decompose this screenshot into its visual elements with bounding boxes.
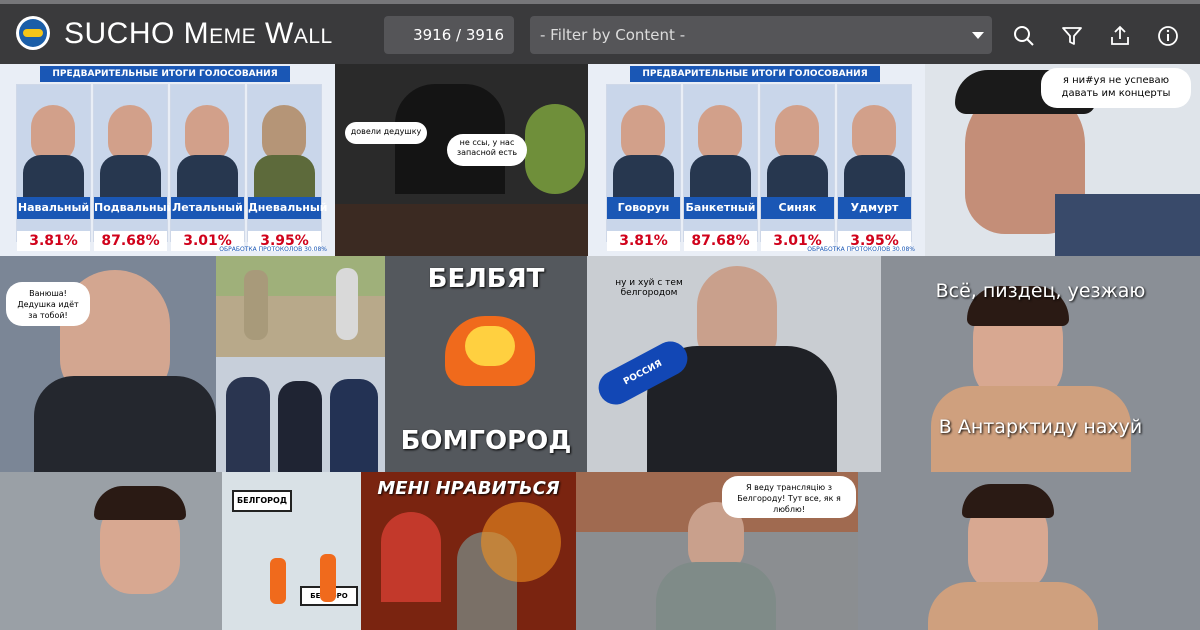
shirt-shape bbox=[928, 582, 1098, 630]
person-shape bbox=[336, 268, 358, 340]
candidate-panel: Синяк 3.01% bbox=[760, 84, 835, 251]
meme-tile[interactable] bbox=[216, 256, 385, 357]
candidate-suit bbox=[613, 155, 674, 197]
meme-tile[interactable]: Ванюша! Дедушка идёт за тобой! bbox=[0, 256, 216, 472]
candidate-photo bbox=[262, 105, 306, 161]
meme-top-text: БЕЛБЯТ bbox=[427, 264, 545, 294]
speech-bubble: Ванюша! Дедушка идёт за тобой! bbox=[6, 282, 90, 326]
candidate-name: Навальный bbox=[17, 197, 90, 219]
meme-tile[interactable]: РОССИЯ ну и хуй с тем белгородом bbox=[587, 256, 881, 472]
meme-top-text: Всё, пиздец, уезжаю bbox=[935, 280, 1146, 302]
candidate-panel: Летальный 3.01% bbox=[170, 84, 245, 251]
candidate-photo bbox=[852, 105, 896, 161]
person-shape bbox=[278, 381, 322, 472]
sucho-logo[interactable] bbox=[16, 16, 50, 50]
hair-shape bbox=[962, 484, 1054, 518]
meme-tile[interactable]: ПРЕДВАРИТЕЛЬНЫЕ ИТОГИ ГОЛОСОВАНИЯ Наваль… bbox=[0, 64, 335, 256]
candidate-panel: Дневальный 3.95% bbox=[247, 84, 328, 251]
candidate-photo bbox=[31, 105, 75, 161]
content-filter-select[interactable]: - Filter by Content - bbox=[530, 16, 992, 54]
meme-tile[interactable]: я ни#уя не успеваю давать им концерты bbox=[925, 64, 1200, 256]
meme-tile[interactable]: ПРЕДВАРИТЕЛЬНЫЕ ИТОГИ ГОЛОСОВАНИЯ Говору… bbox=[588, 64, 925, 256]
candidate-name: Синяк bbox=[761, 197, 834, 219]
grass-shape bbox=[216, 256, 385, 296]
candidate-photo bbox=[621, 105, 665, 161]
meme-tile[interactable] bbox=[858, 472, 1200, 630]
candidate-panel: Подвальный 87.68% bbox=[93, 84, 174, 251]
speech-bubble: я ни#уя не успеваю давать им концерты bbox=[1041, 68, 1191, 108]
road-sign: БЕЛГОРОД bbox=[232, 490, 292, 512]
worker-shape bbox=[270, 558, 286, 604]
speech-bubble: не ссы, у нас запасной есть bbox=[447, 134, 527, 166]
flowers-shape bbox=[525, 104, 585, 194]
candidate-name: Удмурт bbox=[838, 197, 911, 219]
candidate-photo bbox=[108, 105, 152, 161]
app-title: SUCHO Meme Wall bbox=[64, 17, 333, 50]
candidate-suit bbox=[177, 155, 238, 197]
info-icon[interactable] bbox=[1156, 24, 1180, 48]
speech-bubble: довели дедушку bbox=[345, 122, 427, 144]
worker-shape bbox=[320, 554, 336, 602]
candidate-name: Банкетный bbox=[684, 197, 757, 219]
meme-tile[interactable]: довели дедушку не ссы, у нас запасной ес… bbox=[335, 64, 588, 256]
candidate-panel: Говорун 3.81% bbox=[606, 84, 681, 251]
candidate-suit bbox=[100, 155, 161, 197]
candidate-name: Дневальный bbox=[248, 197, 328, 219]
jacket-shape bbox=[656, 562, 776, 630]
meme-top-text: МЕНІ НРАВИТЬСЯ bbox=[377, 478, 560, 499]
coffin-shape bbox=[335, 204, 588, 256]
meme-tile[interactable]: МЕНІ НРАВИТЬСЯ bbox=[361, 472, 576, 630]
candidate-suit bbox=[767, 155, 828, 197]
ballot-banner: ПРЕДВАРИТЕЛЬНЫЕ ИТОГИ ГОЛОСОВАНИЯ bbox=[40, 66, 290, 82]
top-bar: SUCHO Meme Wall 3916 / 3916 - Filter by … bbox=[0, 0, 1200, 64]
share-icon[interactable] bbox=[1108, 24, 1132, 48]
candidate-photo bbox=[698, 105, 742, 161]
candidate-suit bbox=[844, 155, 905, 197]
meme-grid: ПРЕДВАРИТЕЛЬНЫЕ ИТОГИ ГОЛОСОВАНИЯ Наваль… bbox=[0, 64, 1200, 630]
fire-core-shape bbox=[465, 326, 515, 366]
candidate-suit bbox=[254, 155, 315, 197]
jacket-shape bbox=[34, 376, 216, 472]
candidate-suit bbox=[23, 155, 84, 197]
candidate-panel: Удмурт 3.95% bbox=[837, 84, 912, 251]
candidate-percent: 3.81% bbox=[607, 231, 680, 251]
result-counter[interactable]: 3916 / 3916 bbox=[384, 16, 514, 54]
dropdown-caret-icon bbox=[972, 32, 984, 39]
speech-bubble: Я веду трансляцію з Белгороду! Тут все, … bbox=[722, 476, 856, 518]
candidate-percent: 87.68% bbox=[684, 231, 757, 251]
meme-tile[interactable]: Всё, пиздец, уезжаю В Антарктиду нахуй bbox=[881, 256, 1200, 472]
meme-tile[interactable]: Я веду трансляцію з Белгороду! Тут все, … bbox=[576, 472, 858, 630]
ballot-banner: ПРЕДВАРИТЕЛЬНЫЕ ИТОГИ ГОЛОСОВАНИЯ bbox=[630, 66, 880, 82]
meme-bottom-text: БОМГОРОД bbox=[400, 426, 572, 456]
fire-shape bbox=[481, 502, 561, 582]
meme-tile[interactable] bbox=[216, 357, 385, 472]
ballot-footer: ОБРАБОТКА ПРОТОКОЛОВ 30.08% bbox=[807, 246, 915, 253]
candidate-suit bbox=[690, 155, 751, 197]
person-shape bbox=[244, 270, 268, 340]
candidate-percent: 3.81% bbox=[17, 231, 90, 251]
candidate-photo bbox=[775, 105, 819, 161]
filter-icon[interactable] bbox=[1060, 24, 1084, 48]
candidate-percent: 87.68% bbox=[94, 231, 167, 251]
jacket-shape bbox=[1055, 194, 1200, 256]
candidate-panel: Банкетный 87.68% bbox=[683, 84, 758, 251]
meme-caption: ну и хуй с тем белгородом bbox=[615, 278, 683, 298]
hair-shape bbox=[94, 486, 186, 520]
logo-emblem bbox=[19, 19, 47, 47]
ballot-footer: ОБРАБОТКА ПРОТОКОЛОВ 30.08% bbox=[219, 246, 327, 253]
meme-tile[interactable]: БЕЛБЯТ БОМГОРОД bbox=[385, 256, 587, 472]
meme-tile[interactable]: БЕЛГОРОД БЕЛГОРО bbox=[0, 472, 361, 630]
person-shape bbox=[330, 379, 378, 472]
cathedral-shape bbox=[381, 512, 441, 602]
search-icon[interactable] bbox=[1012, 24, 1036, 48]
candidate-photo bbox=[185, 105, 229, 161]
person-shape bbox=[226, 377, 270, 472]
candidate-name: Летальный bbox=[171, 197, 244, 219]
meme-bottom-text: В Антарктиду нахуй bbox=[938, 416, 1143, 438]
filter-select-value: - Filter by Content - bbox=[540, 26, 686, 44]
candidate-panel: Навальный 3.81% bbox=[16, 84, 91, 251]
candidate-name: Говорун bbox=[607, 197, 680, 219]
candidate-name: Подвальный bbox=[94, 197, 174, 219]
